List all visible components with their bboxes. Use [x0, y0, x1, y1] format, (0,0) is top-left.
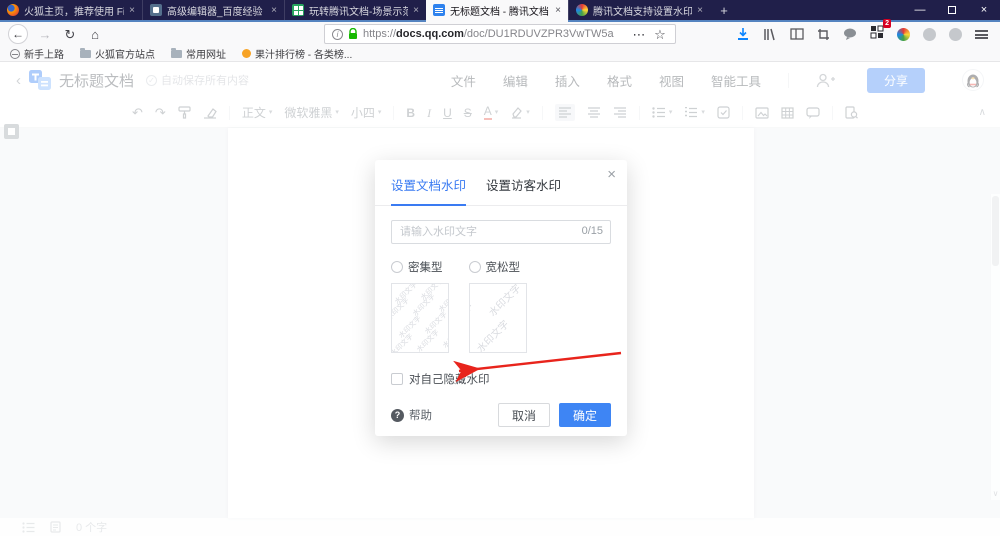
minimize-button[interactable]: —	[904, 0, 936, 20]
window-controls: — ×	[904, 0, 1000, 20]
bookmark-juice-ranking[interactable]: 果汁排行榜 - 各类榜...	[242, 46, 352, 61]
bookmark-common-sites[interactable]: 常用网址	[171, 46, 226, 61]
globe-icon	[10, 48, 20, 59]
watermark-settings-dialog: × 设置文档水印 设置访客水印 0/15 密集型 宽松型 水印文字水印文字水印文…	[375, 160, 627, 436]
tab-title: 腾讯文档支持设置水印吗?	[593, 6, 693, 18]
hide-from-self-label: 对自己隐藏水印	[409, 374, 490, 386]
new-tab-button[interactable]: +	[710, 0, 738, 20]
watermark-text-row: 0/15	[391, 220, 611, 244]
page-viewport: ‹ 无标题文档 ✓ 自动保存所有内容 文件 编辑 插入 格式 视图 智能工具 分…	[0, 62, 1000, 536]
sheet-favicon-icon	[292, 4, 304, 16]
dense-preview[interactable]: 水印文字 水印文字 水印文字 水印文字 水印文字 水印文字 水印文字 水印文字 水印文字 水印文字	[391, 283, 449, 353]
bookmark-label: 火狐官方站点	[95, 50, 155, 61]
tab-visitor-watermark[interactable]: 设置访客水印	[486, 175, 561, 205]
dialog-tabs: 设置文档水印 设置访客水印	[375, 160, 627, 206]
toolbar-icons: 2	[736, 18, 992, 44]
char-counter: 0/15	[581, 225, 603, 237]
bookmark-label: 果汁排行榜 - 各类榜...	[255, 50, 353, 61]
folder-icon	[80, 47, 91, 58]
extension-button[interactable]: 2	[870, 18, 891, 44]
browser-tab-firefox-home[interactable]: 火狐主页，推荐使用 Firefox 浏 ×	[0, 0, 142, 20]
titlebar-spacer	[738, 0, 904, 20]
url-path: /doc/DU1RDUVZPR3VwTW5a	[463, 28, 614, 40]
close-tab-icon[interactable]: ×	[271, 5, 277, 16]
back-button[interactable]: ←	[8, 24, 28, 44]
close-dialog-icon[interactable]: ×	[607, 167, 616, 182]
tab-strip: 火狐主页，推荐使用 Firefox 浏 × 高级编辑器_百度经验 × 玩转腾讯文…	[0, 0, 1000, 22]
browser-tab-watermark-question[interactable]: 腾讯文档支持设置水印吗? ×	[568, 0, 710, 20]
account-icon[interactable]	[949, 27, 962, 41]
extension-icon	[870, 25, 884, 38]
sidebar-icon[interactable]	[790, 28, 804, 40]
menu-hamburger-icon[interactable]	[975, 29, 988, 39]
density-radio-group: 密集型 宽松型	[391, 259, 611, 275]
help-label: 帮助	[409, 410, 432, 422]
colorwheel-extension-icon[interactable]	[897, 27, 910, 41]
cancel-button[interactable]: 取消	[498, 403, 550, 427]
tab-title: 火狐主页，推荐使用 Firefox 浏	[24, 6, 124, 18]
radio-circle-icon[interactable]	[391, 261, 403, 273]
url-host: docs.qq.com	[396, 28, 464, 40]
bookmark-getting-started[interactable]: 新手上路	[10, 46, 64, 61]
bookmark-label: 新手上路	[24, 50, 64, 61]
loose-preview[interactable]: 水印文字 水印文字 水印文字	[469, 283, 527, 353]
tab-title: 玩转腾讯文档-场景示范 - 腾讯	[309, 6, 409, 18]
navigation-bar: ← → ↻ ⌂ i https://docs.qq.com/doc/DU1RDU…	[0, 18, 1000, 46]
browser-tab-baidu[interactable]: 高级编辑器_百度经验 ×	[142, 0, 284, 20]
url-text: https://docs.qq.com/doc/DU1RDUVZPR3VwTW5…	[363, 28, 626, 40]
radio-loose[interactable]: 宽松型	[468, 259, 521, 275]
close-tab-icon[interactable]: ×	[697, 5, 703, 16]
close-tab-icon[interactable]: ×	[129, 5, 135, 16]
radio-loose-label: 宽松型	[485, 262, 521, 274]
browser-tab-active-doc[interactable]: 无标题文档 - 腾讯文档 ×	[426, 0, 568, 22]
library-icon[interactable]	[763, 28, 777, 41]
tab-title: 高级编辑器_百度经验	[167, 6, 263, 18]
close-tab-icon[interactable]: ×	[413, 5, 419, 16]
site-info-icon[interactable]: i	[332, 28, 343, 40]
firefox-icon	[7, 4, 19, 16]
bookmarks-bar: 新手上路 火狐官方站点 常用网址 果汁排行榜 - 各类榜...	[0, 46, 1000, 62]
tab-title: 无标题文档 - 腾讯文档	[450, 6, 549, 18]
dialog-footer: ? 帮助 取消 确定	[391, 403, 611, 427]
watermark-previews: 水印文字 水印文字 水印文字 水印文字 水印文字 水印文字 水印文字 水印文字 水印文字 水印文字…	[391, 283, 611, 353]
baidu-favicon-icon	[150, 4, 162, 16]
pocket-chat-icon[interactable]	[843, 28, 857, 40]
browser-window: 火狐主页，推荐使用 Firefox 浏 × 高级编辑器_百度经验 × 玩转腾讯文…	[0, 0, 1000, 536]
doc-favicon-icon	[433, 4, 445, 16]
radio-dense-label: 密集型	[408, 262, 443, 274]
download-icon[interactable]	[736, 27, 750, 41]
close-window-button[interactable]: ×	[968, 0, 1000, 20]
extension-badge: 2	[883, 18, 891, 28]
url-scheme: https://	[363, 28, 397, 40]
url-bar[interactable]: i https://docs.qq.com/doc/DU1RDUVZPR3VwT…	[324, 24, 676, 44]
home-button[interactable]: ⌂	[87, 28, 103, 41]
watermark-text-input[interactable]	[391, 220, 611, 244]
orange-favicon-icon	[242, 49, 251, 58]
bookmark-firefox-official[interactable]: 火狐官方站点	[80, 46, 155, 61]
bookmark-label: 常用网址	[186, 50, 226, 61]
radio-dense[interactable]: 密集型	[391, 259, 443, 275]
confirm-button[interactable]: 确定	[559, 403, 611, 427]
forward-button[interactable]: →	[37, 28, 53, 41]
question-mark-icon: ?	[391, 408, 404, 422]
help-link[interactable]: ? 帮助	[391, 407, 432, 423]
browser-tab-docs-demo[interactable]: 玩转腾讯文档-场景示范 - 腾讯 ×	[284, 0, 426, 20]
lock-icon	[349, 28, 357, 39]
radio-circle-icon[interactable]	[468, 261, 481, 273]
maximize-icon	[948, 6, 956, 14]
hide-from-self-option[interactable]: 对自己隐藏水印	[391, 371, 611, 387]
colorful-favicon-icon	[576, 4, 588, 16]
extension-gray-icon[interactable]	[923, 27, 936, 41]
page-actions-icon[interactable]: ⋯	[631, 28, 647, 41]
close-tab-icon[interactable]: ×	[555, 5, 561, 16]
folder-icon	[171, 47, 182, 58]
checkbox-icon[interactable]	[391, 373, 403, 385]
dialog-buttons: 取消 确定	[498, 403, 611, 427]
bookmark-star-icon[interactable]: ☆	[652, 28, 668, 41]
screenshot-crop-icon[interactable]	[817, 28, 830, 41]
reload-button[interactable]: ↻	[62, 28, 78, 41]
tab-doc-watermark[interactable]: 设置文档水印	[391, 175, 467, 206]
maximize-button[interactable]	[936, 0, 968, 20]
